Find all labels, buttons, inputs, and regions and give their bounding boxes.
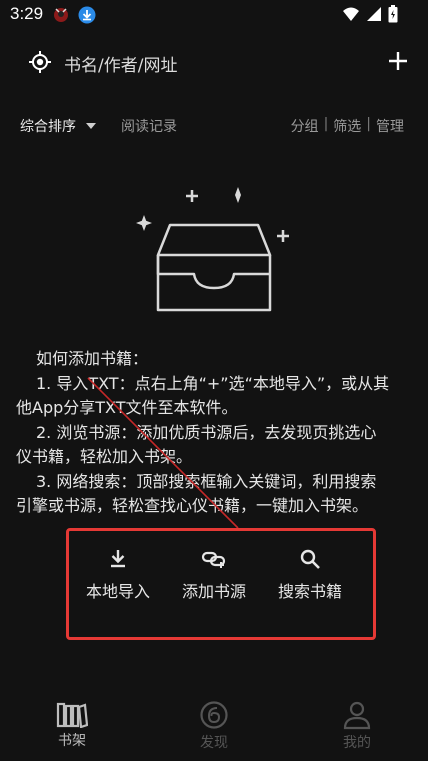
link-add-icon xyxy=(201,551,226,568)
shelf-toolbar: 综合排序 阅读记录 分组 | 筛选 | 管理 xyxy=(0,114,428,140)
search-bar[interactable]: 书名/作者/网址 xyxy=(0,40,428,84)
user-icon xyxy=(343,701,371,730)
filter-button[interactable]: 筛选 xyxy=(333,116,361,136)
locate-icon[interactable] xyxy=(28,50,52,74)
signal-icon xyxy=(367,7,381,21)
wifi-icon xyxy=(343,7,359,21)
separator: | xyxy=(323,116,329,132)
reading-history-link[interactable]: 阅读记录 xyxy=(121,116,177,136)
battery-icon xyxy=(388,5,398,23)
status-right-icons xyxy=(342,5,398,23)
help-line: 仪书籍，轻松加入书架。 xyxy=(16,447,193,466)
separator: | xyxy=(366,116,371,132)
sort-dropdown[interactable]: 综合排序 xyxy=(20,116,76,136)
download-notification-icon xyxy=(78,6,96,24)
manage-button[interactable]: 管理 xyxy=(376,116,404,136)
chevron-down-icon[interactable] xyxy=(86,123,96,129)
nav-bookshelf[interactable]: 书架 xyxy=(32,700,112,750)
status-time: 3:29 xyxy=(10,4,44,23)
help-line: 引擎或书源，轻松查找心仪书籍，一键加入书架。 xyxy=(16,496,369,515)
nav-discover-label: 发现 xyxy=(200,735,228,751)
add-icon[interactable] xyxy=(388,51,408,71)
bookshelf-icon xyxy=(56,702,88,728)
add-source-button[interactable]: 添加书源 xyxy=(164,548,264,602)
help-line: 3. 网络搜索：顶部搜索框输入关键词，利用搜索 xyxy=(36,471,377,491)
help-title: 如何添加书籍： xyxy=(36,349,149,368)
search-books-button[interactable]: 搜索书籍 xyxy=(260,548,360,602)
nav-bookshelf-label: 书架 xyxy=(58,733,86,749)
empty-inbox-icon xyxy=(136,187,289,312)
local-import-button[interactable]: 本地导入 xyxy=(68,548,168,602)
search-input[interactable]: 书名/作者/网址 xyxy=(64,51,177,76)
nav-me-label: 我的 xyxy=(343,735,371,751)
group-button[interactable]: 分组 xyxy=(291,116,319,136)
status-bar: 3:29 xyxy=(0,0,428,30)
app-notification-icon xyxy=(54,8,68,22)
help-text: 如何添加书籍： 1. 导入TXT：点右上角“+”选“本地导入”，或从其 他App… xyxy=(16,347,412,519)
nav-discover[interactable]: 发现 xyxy=(174,700,254,752)
help-line: 他App分享TXT文件至本软件。 xyxy=(16,398,238,417)
local-import-label: 本地导入 xyxy=(85,582,150,601)
download-icon xyxy=(111,550,125,568)
nav-me[interactable]: 我的 xyxy=(317,700,397,752)
help-line: 1. 导入TXT：点右上角“+”选“本地导入”，或从其 xyxy=(36,373,390,393)
help-line: 2. 浏览书源：添加优质书源后，去发现页挑选心 xyxy=(36,422,377,442)
bottom-navigation: 书架 发现 我的 xyxy=(0,700,428,761)
discover-icon xyxy=(200,701,228,729)
search-icon xyxy=(300,549,320,569)
shelf-actions: 分组 | 筛选 | 管理 xyxy=(291,116,404,136)
search-books-label: 搜索书籍 xyxy=(277,582,342,601)
add-source-label: 添加书源 xyxy=(181,582,246,601)
